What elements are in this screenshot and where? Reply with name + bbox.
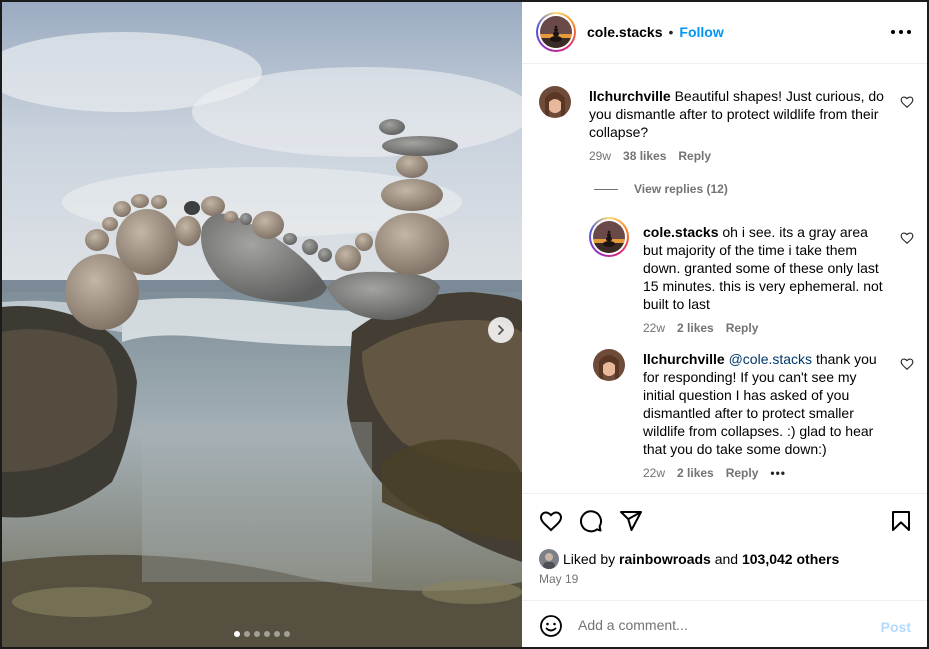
- comment-item: llchurchville Beautiful shapes! Just cur…: [589, 87, 889, 163]
- liked-by-user[interactable]: rainbowroads: [619, 551, 711, 567]
- reply-item: cole.stacks oh i see. its a gray area bu…: [643, 223, 891, 335]
- like-comment-heart-icon[interactable]: [900, 95, 914, 109]
- share-paper-plane-icon[interactable]: [619, 509, 643, 533]
- app-window: cole.stacks • Follow llchurchville Beaut…: [0, 0, 929, 649]
- carousel-next-button[interactable]: [488, 317, 514, 343]
- save-bookmark-icon[interactable]: [889, 509, 913, 533]
- balanced-stones-image: [2, 2, 522, 647]
- author-username[interactable]: cole.stacks: [587, 24, 663, 40]
- carousel-dot: [244, 631, 250, 637]
- chevron-right-icon: [498, 325, 504, 335]
- emoji-smiley-icon[interactable]: [539, 614, 563, 638]
- comment-username[interactable]: llchurchville: [589, 88, 671, 104]
- reply-meta: 22w 2 likes Reply: [643, 321, 891, 335]
- post-date[interactable]: May 19: [539, 572, 578, 586]
- reply-likes[interactable]: 2 likes: [677, 321, 714, 335]
- stone-stack-avatar-icon: [540, 16, 572, 48]
- view-replies-label: View replies (12): [634, 182, 728, 196]
- comment-bubble-icon[interactable]: [579, 509, 603, 533]
- reply-age: 22w: [643, 321, 666, 335]
- replies-divider-line: [594, 188, 618, 190]
- person-avatar-icon: [539, 549, 559, 569]
- reply-item: llchurchville @cole.stacks thank you for…: [643, 350, 891, 480]
- reply-username[interactable]: llchurchville: [643, 351, 725, 367]
- more-options-button[interactable]: [891, 24, 911, 40]
- reply-age: 22w: [643, 466, 666, 480]
- reply-likes[interactable]: 2 likes: [677, 466, 714, 480]
- like-heart-icon[interactable]: [539, 509, 563, 533]
- reply-text-block: cole.stacks oh i see. its a gray area bu…: [643, 223, 891, 313]
- author-avatar[interactable]: [536, 12, 576, 52]
- reply-button[interactable]: Reply: [678, 149, 711, 163]
- carousel-dot: [254, 631, 260, 637]
- commenter-avatar[interactable]: [539, 86, 571, 118]
- header-separator: •: [668, 24, 674, 40]
- post-comment-button[interactable]: Post: [881, 619, 911, 635]
- comment-age: 29w: [589, 149, 612, 163]
- liked-by-others[interactable]: 103,042 others: [742, 551, 839, 567]
- post-header: cole.stacks • Follow: [522, 2, 927, 64]
- carousel-dot: [274, 631, 280, 637]
- liked-by-conj: and: [714, 551, 739, 567]
- reply-author-avatar[interactable]: [589, 217, 629, 257]
- more-horizontal-icon: [891, 30, 895, 34]
- reply-author-avatar[interactable]: [593, 349, 625, 381]
- like-reply-heart-icon[interactable]: [900, 231, 914, 245]
- comment-meta: 29w 38 likes Reply: [589, 149, 889, 163]
- reply-button[interactable]: Reply: [726, 321, 759, 335]
- person-avatar-icon: [539, 86, 571, 118]
- carousel-dot: [264, 631, 270, 637]
- add-comment-input[interactable]: [578, 613, 868, 637]
- add-comment-bar: Post: [522, 600, 927, 647]
- carousel-dot: [234, 631, 240, 637]
- view-replies-button[interactable]: View replies (12): [594, 182, 728, 196]
- reply-mention-link[interactable]: @cole.stacks: [729, 351, 812, 367]
- comment-text-block: llchurchville Beautiful shapes! Just cur…: [589, 87, 889, 141]
- reply-text-block: llchurchville @cole.stacks thank you for…: [643, 350, 891, 458]
- person-avatar-icon: [593, 349, 625, 381]
- post-photo[interactable]: [2, 2, 522, 647]
- reply-more-options-button[interactable]: •••: [770, 466, 786, 480]
- carousel-indicator: [2, 631, 522, 637]
- reply-meta: 22w 2 likes Reply •••: [643, 466, 891, 480]
- liked-by-avatar[interactable]: [539, 549, 559, 569]
- reply-username[interactable]: cole.stacks: [643, 224, 719, 240]
- like-reply-heart-icon[interactable]: [900, 357, 914, 371]
- follow-button[interactable]: Follow: [679, 24, 723, 40]
- reply-button[interactable]: Reply: [726, 466, 759, 480]
- carousel-dot: [284, 631, 290, 637]
- stone-stack-avatar-icon: [593, 221, 625, 253]
- liked-by-line: Liked by rainbowroads and 103,042 others: [539, 549, 839, 569]
- liked-by-prefix: Liked by: [563, 551, 616, 567]
- post-detail-panel: cole.stacks • Follow llchurchville Beaut…: [522, 2, 927, 647]
- comment-likes[interactable]: 38 likes: [623, 149, 666, 163]
